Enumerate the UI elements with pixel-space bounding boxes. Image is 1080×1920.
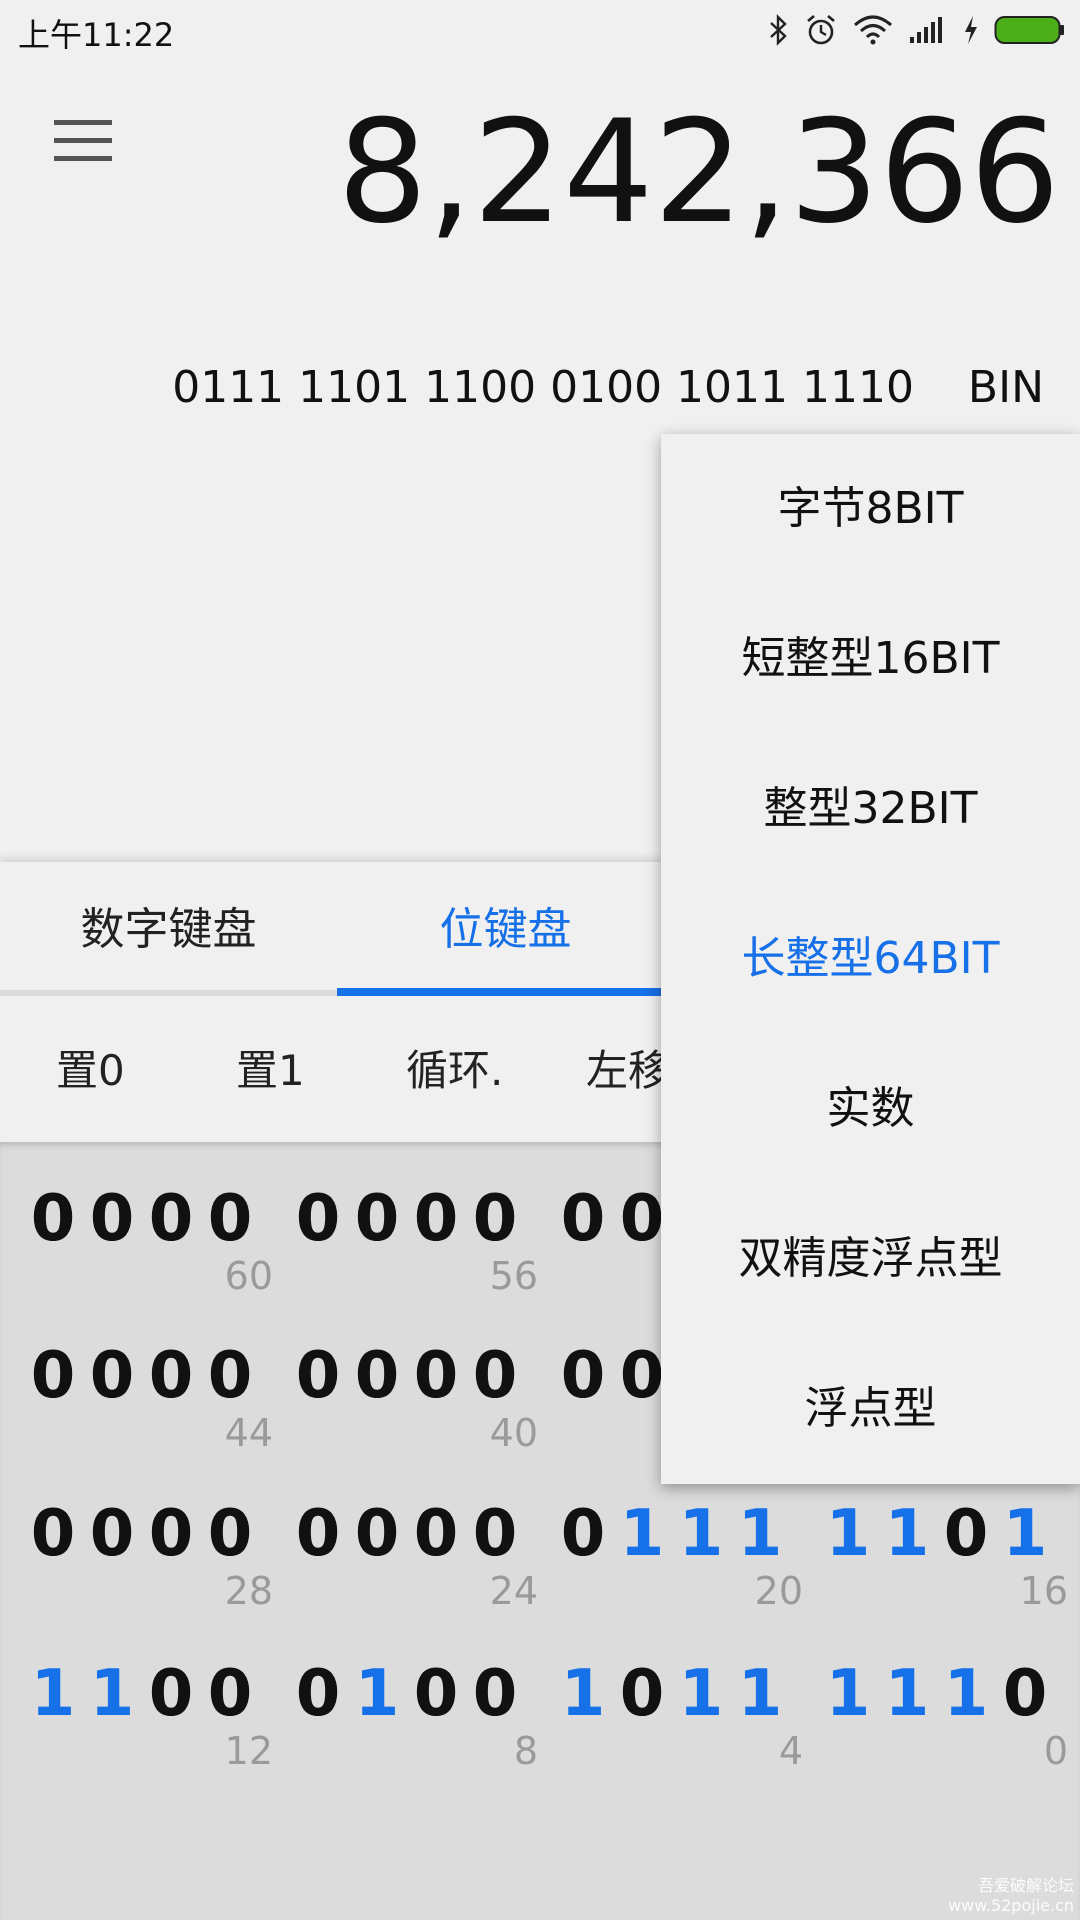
rotate-button[interactable]: 循环.	[406, 998, 503, 1140]
bit-cell[interactable]: 0	[28, 1182, 78, 1256]
bit-position-label: 40	[489, 1411, 538, 1455]
bit-position-label: 0	[1043, 1729, 1068, 1773]
dropdown-item-float[interactable]: 浮点型	[661, 1334, 1080, 1484]
bit-cell[interactable]: 0	[146, 1339, 196, 1413]
bit-cell[interactable]: 0	[205, 1182, 255, 1256]
bit-cell[interactable]: 1	[617, 1497, 667, 1571]
alarm-icon	[807, 15, 835, 45]
set-one-button[interactable]: 置1	[236, 998, 305, 1140]
bit-cell[interactable]: 0	[293, 1497, 343, 1571]
dropdown-item-short[interactable]: 短整型16BIT	[661, 584, 1080, 734]
dropdown-item-byte[interactable]: 字节8BIT	[661, 434, 1080, 584]
status-time: 上午11:22	[18, 16, 175, 54]
bit-position-label: 4	[778, 1729, 803, 1773]
bit-cell[interactable]: 0	[146, 1182, 196, 1256]
tab-bit-keypad[interactable]: 位键盘	[337, 862, 674, 998]
bit-cell[interactable]: 0	[205, 1339, 255, 1413]
bit-cell[interactable]: 1	[882, 1497, 932, 1571]
active-tab-indicator	[337, 988, 674, 996]
wifi-icon	[854, 15, 892, 45]
bit-cell[interactable]: 0	[1000, 1657, 1050, 1731]
base-selector[interactable]: BIN	[968, 362, 1044, 413]
bit-cell[interactable]: 1	[676, 1497, 726, 1571]
bit-cell[interactable]: 0	[470, 1182, 520, 1256]
bit-cell[interactable]: 0	[146, 1497, 196, 1571]
bit-cell[interactable]: 0	[293, 1657, 343, 1731]
bit-cell[interactable]: 1	[28, 1657, 78, 1731]
bit-cell[interactable]: 0	[617, 1182, 667, 1256]
bit-cell[interactable]: 1	[558, 1657, 608, 1731]
set-zero-button[interactable]: 置0	[56, 998, 125, 1140]
bit-cell[interactable]: 1	[823, 1497, 873, 1571]
bit-cell[interactable]: 0	[411, 1182, 461, 1256]
bit-cell[interactable]: 0	[411, 1339, 461, 1413]
bit-cell[interactable]: 1	[352, 1657, 402, 1731]
bit-cell[interactable]: 0	[352, 1182, 402, 1256]
signal-icon	[910, 17, 942, 43]
bit-cell[interactable]: 1	[941, 1657, 991, 1731]
bit-cell[interactable]: 0	[558, 1497, 608, 1571]
bit-position-label: 20	[754, 1569, 803, 1613]
bit-cell[interactable]: 0	[470, 1657, 520, 1731]
bit-cell[interactable]: 0	[87, 1182, 137, 1256]
bit-cell[interactable]: 0	[87, 1339, 137, 1413]
battery-icon	[994, 16, 1064, 44]
bit-position-label: 60	[224, 1254, 273, 1298]
shift-left-button[interactable]: 左移	[586, 998, 670, 1140]
bit-cell[interactable]: 0	[352, 1497, 402, 1571]
bit-cell[interactable]: 0	[470, 1497, 520, 1571]
dropdown-item-long[interactable]: 长整型64BIT	[661, 884, 1080, 1034]
bit-cell[interactable]: 0	[411, 1497, 461, 1571]
data-type-dropdown: 字节8BIT 短整型16BIT 整型32BIT 长整型64BIT 实数 双精度浮…	[661, 434, 1080, 1484]
bit-cell[interactable]: 1	[676, 1657, 726, 1731]
bit-position-label: 44	[224, 1411, 273, 1455]
bit-cell[interactable]: 0	[205, 1497, 255, 1571]
binary-row: 0111 1101 1100 0100 1011 1110 BIN	[0, 362, 1080, 428]
bit-cell[interactable]: 0	[470, 1339, 520, 1413]
bit-cell[interactable]: 1	[823, 1657, 873, 1731]
bit-cell[interactable]: 0	[352, 1339, 402, 1413]
status-bar: 上午11:22	[0, 0, 1080, 60]
watermark: 吾爱破解论坛 www.52pojie.cn	[948, 1876, 1074, 1916]
status-icons	[768, 12, 1066, 48]
bit-cell[interactable]: 1	[87, 1657, 137, 1731]
bit-cell[interactable]: 0	[293, 1339, 343, 1413]
tab-number-keypad[interactable]: 数字键盘	[0, 862, 337, 998]
dropdown-item-int[interactable]: 整型32BIT	[661, 734, 1080, 884]
bit-cell[interactable]: 0	[617, 1339, 667, 1413]
watermark-line1: 吾爱破解论坛	[977, 1876, 1074, 1895]
menu-icon[interactable]	[54, 118, 112, 164]
bluetooth-icon	[770, 14, 787, 46]
bit-cell[interactable]: 1	[735, 1657, 785, 1731]
result-display: 8,242,366	[337, 90, 1060, 255]
bit-cell[interactable]: 0	[28, 1497, 78, 1571]
bit-cell[interactable]: 0	[558, 1339, 608, 1413]
charging-icon	[965, 16, 977, 44]
bit-position-label: 16	[1019, 1569, 1068, 1613]
bit-cell[interactable]: 1	[882, 1657, 932, 1731]
bit-position-label: 24	[489, 1569, 538, 1613]
bit-cell[interactable]: 0	[293, 1182, 343, 1256]
bit-cell[interactable]: 0	[146, 1657, 196, 1731]
bit-position-label: 8	[513, 1729, 538, 1773]
bit-cell[interactable]: 0	[205, 1657, 255, 1731]
dropdown-item-real[interactable]: 实数	[661, 1034, 1080, 1184]
bit-position-label: 28	[224, 1569, 273, 1613]
bit-cell[interactable]: 0	[617, 1657, 667, 1731]
bit-cell[interactable]: 1	[735, 1497, 785, 1571]
bit-cell[interactable]: 0	[941, 1497, 991, 1571]
bit-position-label: 56	[489, 1254, 538, 1298]
binary-value: 0111 1101 1100 0100 1011 1110	[172, 362, 914, 413]
dropdown-item-double[interactable]: 双精度浮点型	[661, 1184, 1080, 1334]
bit-cell[interactable]: 0	[87, 1497, 137, 1571]
bit-cell[interactable]: 0	[28, 1339, 78, 1413]
bit-cell[interactable]: 0	[411, 1657, 461, 1731]
watermark-line2: www.52pojie.cn	[948, 1896, 1074, 1915]
bit-cell[interactable]: 0	[558, 1182, 608, 1256]
bit-cell[interactable]: 1	[1000, 1497, 1050, 1571]
bit-position-label: 12	[224, 1729, 273, 1773]
